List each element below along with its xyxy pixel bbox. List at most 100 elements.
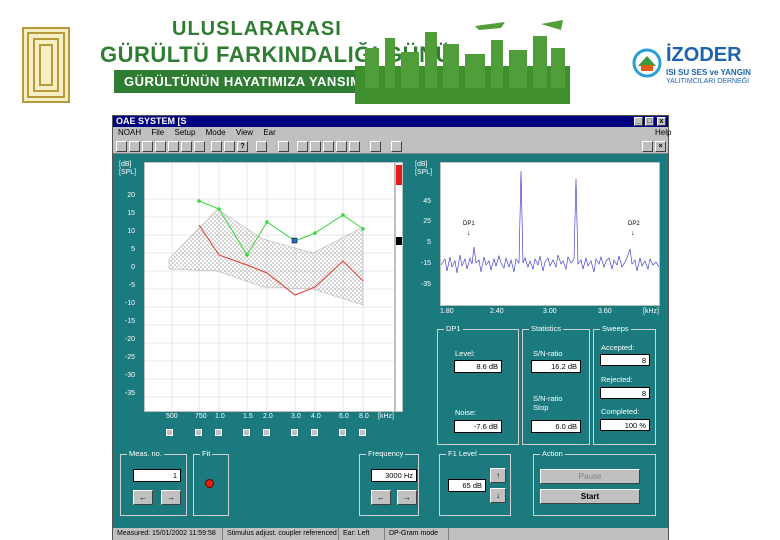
fit-title: Fit	[200, 449, 213, 458]
xtick: 500	[166, 413, 178, 420]
menu-view[interactable]: View	[236, 128, 253, 137]
rejected-label: Rejected:	[601, 375, 633, 384]
dpgram-y-ticks: 20 15 10 5 0 -5 -10 -15 -20 -25 -30 -35	[117, 190, 135, 400]
teoae-icon[interactable]	[336, 141, 347, 152]
frequency-field[interactable]: 3000 Hz	[371, 469, 417, 482]
menu-file[interactable]: File	[151, 128, 164, 137]
print-icon[interactable]	[224, 141, 235, 152]
freq-checkbox[interactable]	[339, 429, 346, 436]
freq-checkbox[interactable]	[243, 429, 250, 436]
meas-no-field[interactable]: 1	[133, 469, 181, 482]
response-icon[interactable]	[349, 141, 360, 152]
close-doc-icon[interactable]: ×	[655, 141, 666, 152]
new-icon[interactable]	[129, 141, 140, 152]
status-bar: Measured: 15/01/2002 11:59:58 Stimulus a…	[113, 528, 668, 540]
ytick: 25	[423, 218, 431, 225]
ytick: 0	[131, 264, 135, 271]
spectrum-x-ticks: 1.80 2.40 3.00 3.60 [kHz]	[440, 308, 662, 318]
zoom-icon[interactable]	[370, 141, 381, 152]
meas-prev-button[interactable]: ←	[133, 490, 153, 505]
spectrum-yunit: [dB] [SPL]	[415, 161, 432, 177]
title-bar[interactable]: OAE SYSTEM [S _ □ x	[113, 116, 668, 127]
maximize-button[interactable]: □	[645, 117, 654, 126]
minimize-button[interactable]: _	[634, 117, 643, 126]
frequency-next-button[interactable]: →	[397, 490, 417, 505]
help-icon[interactable]: ?	[237, 141, 248, 152]
level-meter-peak	[396, 165, 402, 185]
ytick: -25	[124, 354, 135, 361]
dpgram-plot[interactable]	[144, 162, 395, 412]
accepted-label: Accepted:	[601, 343, 635, 352]
action-title: Action	[540, 449, 565, 458]
xunit: [kHz]	[378, 413, 394, 420]
menu-mode[interactable]: Mode	[206, 128, 226, 137]
f1-level-group: F1 Level 65 dB ↑ ↓	[439, 449, 511, 516]
noise-awareness-banner: ULUSLARARASI GÜRÜLTÜ FARKINDALIĞI GÜNÜ G…	[100, 12, 570, 104]
freq-checkbox[interactable]	[215, 429, 222, 436]
freq-checkbox[interactable]	[359, 429, 366, 436]
spectrum-icon[interactable]	[310, 141, 321, 152]
report-icon[interactable]	[391, 141, 402, 152]
graph-icon[interactable]	[168, 141, 179, 152]
info-icon[interactable]	[194, 141, 205, 152]
ytick: -5	[128, 282, 135, 289]
xtick: 1.5	[243, 413, 253, 420]
menu-noah[interactable]: NOAH	[118, 128, 141, 137]
freq-checkbox[interactable]	[263, 429, 270, 436]
ytick: 5	[131, 246, 135, 253]
save-icon[interactable]	[142, 141, 153, 152]
meas-no-group: Meas. no. 1 ← →	[120, 449, 187, 516]
xtick: 8.0	[359, 413, 369, 420]
menu-setup[interactable]: Setup	[174, 128, 195, 137]
completed-field: 100 %	[600, 419, 650, 431]
xunit: [kHz]	[643, 308, 659, 315]
dpgram-yunit-db: [dB]	[119, 161, 132, 168]
f1-level-down-button[interactable]: ↓	[490, 488, 506, 503]
f1-level-up-button[interactable]: ↑	[490, 468, 506, 483]
xtick: 2.40	[490, 308, 504, 315]
oae-system-window: OAE SYSTEM [S _ □ x NOAH File Setup Mode…	[112, 115, 671, 540]
ytick: 15	[127, 210, 135, 217]
user-icon[interactable]	[256, 141, 267, 152]
ytick: 10	[127, 228, 135, 235]
meas-next-button[interactable]: →	[161, 490, 181, 505]
menu-help[interactable]: Help	[655, 127, 671, 139]
chart-icon[interactable]	[211, 141, 222, 152]
export-icon[interactable]	[181, 141, 192, 152]
level-meter	[395, 162, 403, 412]
freq-checkbox[interactable]	[195, 429, 202, 436]
xtick: 2.0	[263, 413, 273, 420]
frequency-checkboxes	[164, 429, 404, 437]
xtick: 4.0	[311, 413, 321, 420]
xtick: 3.00	[543, 308, 557, 315]
acoustics-society-logo	[22, 27, 70, 103]
dpgram-icon[interactable]	[297, 141, 308, 152]
ytick: -35	[420, 281, 431, 288]
menu-ear[interactable]: Ear	[263, 128, 275, 137]
ytick: -20	[124, 336, 135, 343]
io-icon[interactable]	[323, 141, 334, 152]
probe-icon[interactable]	[155, 141, 166, 152]
pause-button[interactable]: Pause	[540, 469, 640, 484]
xtick: 6.0	[339, 413, 349, 420]
open-icon[interactable]	[116, 141, 127, 152]
freq-checkbox[interactable]	[291, 429, 298, 436]
freq-checkbox[interactable]	[166, 429, 173, 436]
freq-checkbox[interactable]	[311, 429, 318, 436]
spectrum-plot[interactable]: DP1 ↓ DP2 ↓	[440, 162, 660, 306]
sn-stop-label-2: Stop	[533, 403, 549, 412]
sn-stop-field[interactable]: 6.0 dB	[531, 420, 581, 433]
disk-icon[interactable]	[642, 141, 653, 152]
f1-level-field[interactable]: 65 dB	[448, 479, 486, 492]
sweeps-group: Sweeps Accepted: 8 Rejected: 8 Completed…	[593, 324, 656, 445]
action-group: Action Pause Start	[533, 449, 656, 516]
frequency-title: Frequency	[366, 449, 406, 458]
frequency-prev-button[interactable]: ←	[371, 490, 391, 505]
start-button[interactable]: Start	[540, 489, 640, 504]
close-button[interactable]: x	[657, 117, 666, 126]
xtick: 3.60	[598, 308, 612, 315]
dp2-arrow-icon: ↓	[631, 230, 635, 237]
banner-line1: ULUSLARARASI	[172, 18, 342, 40]
izoder-emblem-icon	[632, 48, 662, 78]
calibrate-icon[interactable]	[278, 141, 289, 152]
